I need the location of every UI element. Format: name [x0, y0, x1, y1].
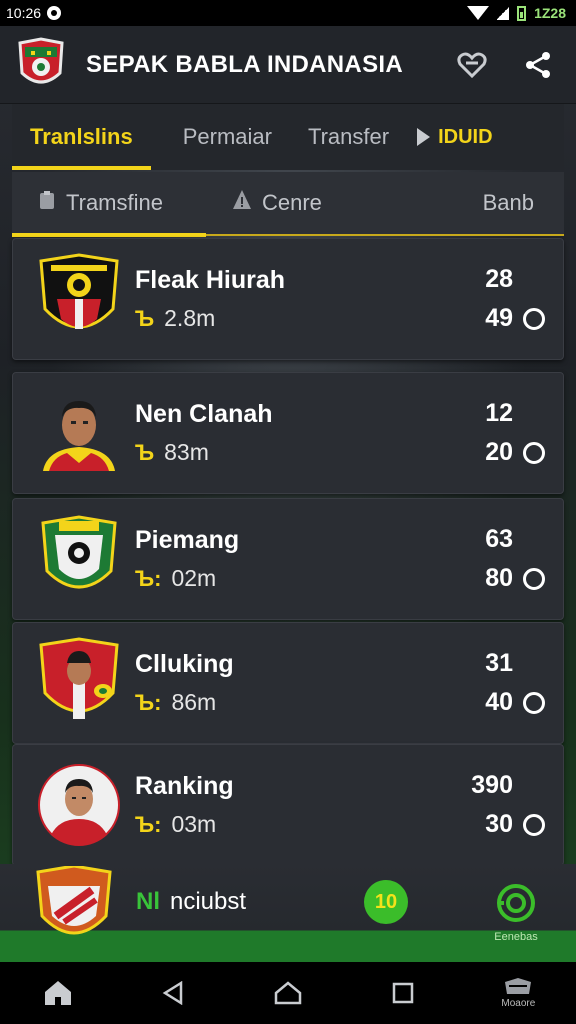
- item-stat-top: 28: [485, 265, 513, 293]
- home-circle-nav-button[interactable]: [253, 962, 323, 1024]
- item-value: 83m: [164, 439, 209, 465]
- recents-icon: [392, 982, 414, 1004]
- primary-tabs: Tranlslins Permaiar Transfer IDUID: [12, 104, 564, 170]
- item-value: 86m: [171, 689, 217, 715]
- subtab-banb[interactable]: Banb: [457, 171, 564, 235]
- signal-icon: [497, 6, 510, 20]
- status-time: 10:26: [6, 5, 42, 21]
- player-portrait-icon: [33, 387, 125, 479]
- notification-icon: [47, 6, 62, 20]
- list-item[interactable]: Piemang Ъ: 02m 63 80: [12, 498, 564, 620]
- item-stat-top: 31: [485, 649, 513, 677]
- tab-permaiar[interactable]: Permaiar: [165, 104, 290, 170]
- circle-icon[interactable]: [523, 813, 545, 836]
- home-nav-button[interactable]: [23, 962, 93, 1024]
- player-portrait-icon: [33, 759, 125, 851]
- more-nav-label: Moaore: [501, 997, 536, 1009]
- bottom-bar: Nl nciubst 10 Eenebas: [0, 864, 576, 962]
- clipboard-icon: [38, 190, 56, 216]
- tab-extra-label: IDUID: [438, 125, 493, 148]
- count-badge[interactable]: 10: [364, 880, 408, 924]
- item-value: 03m: [171, 811, 217, 837]
- more-icon: [505, 977, 532, 994]
- home-icon: [44, 981, 71, 1005]
- item-stat-top: 12: [485, 399, 513, 427]
- item-name: Clluking: [135, 650, 234, 678]
- more-nav-button[interactable]: Moaore: [483, 962, 553, 1024]
- app-logo[interactable]: [16, 36, 66, 93]
- bottom-bar-prefix: Nl: [136, 888, 160, 915]
- subtab-tramsfine[interactable]: Tramsfine: [12, 171, 206, 237]
- list-item[interactable]: Fleak Hiurah Ъ 2.8m 28 49: [12, 238, 564, 360]
- value-icon: Ъ:: [135, 565, 162, 591]
- circle-icon[interactable]: [523, 567, 545, 590]
- item-stat-top: 63: [485, 525, 513, 553]
- lock-icon: [232, 189, 252, 217]
- item-stat-bottom: 30: [485, 810, 513, 838]
- value-icon: Ъ: [135, 305, 155, 331]
- house-outline-icon: [274, 981, 302, 1005]
- bottom-bar-right-button[interactable]: Eenebas: [476, 883, 556, 943]
- club-crest-icon: [33, 253, 125, 345]
- item-stat-bottom: 20: [485, 438, 513, 466]
- club-crest-icon: [33, 513, 125, 605]
- item-stat-bottom: 40: [485, 688, 513, 716]
- item-stat-top: 390: [471, 771, 513, 799]
- system-nav-bar: Moaore: [0, 962, 576, 1024]
- bottom-bar-label[interactable]: Nl nciubst: [136, 888, 364, 916]
- value-icon: Ъ:: [135, 811, 162, 837]
- subtab-label: Banb: [482, 190, 534, 215]
- item-value: 2.8m: [164, 305, 216, 331]
- share-icon[interactable]: [516, 43, 560, 87]
- list-item[interactable]: Clluking Ъ: 86m 31 40: [12, 622, 564, 744]
- tabs-scroll-arrow-icon[interactable]: [417, 128, 431, 146]
- back-icon: [162, 981, 183, 1005]
- value-icon: Ъ:: [135, 689, 162, 715]
- status-right-text: 1Z28: [534, 5, 566, 21]
- app-title: SEPAK BABLA INDANASIA: [86, 50, 403, 78]
- wifi-icon: [467, 6, 490, 20]
- subtab-label: Tramsfine: [66, 190, 163, 215]
- tab-tranlslins[interactable]: Tranlslins: [12, 104, 151, 170]
- value-icon: Ъ: [135, 439, 155, 465]
- sub-tabs: Tramsfine Cenre Banb: [12, 171, 564, 237]
- item-stat-bottom: 49: [485, 304, 513, 332]
- status-bar: 10:26 1Z28: [0, 0, 576, 26]
- circle-icon[interactable]: [523, 307, 545, 330]
- subtab-cenre[interactable]: Cenre: [206, 171, 348, 235]
- item-stat-bottom: 80: [485, 564, 513, 592]
- item-name: Nen Clanah: [135, 400, 273, 428]
- club-crest-icon: [33, 637, 125, 729]
- favorite-icon[interactable]: [450, 43, 494, 87]
- app-header: SEPAK BABLA INDANASIA: [0, 26, 576, 104]
- item-name: Piemang: [135, 526, 240, 554]
- tab-transfer[interactable]: Transfer: [290, 104, 407, 170]
- circle-icon[interactable]: [523, 441, 545, 464]
- target-icon: [497, 884, 535, 922]
- recents-nav-button[interactable]: [368, 962, 438, 1024]
- bottom-bar-right-label: Eenebas: [494, 931, 538, 943]
- subtab-label: Cenre: [262, 190, 322, 215]
- bottom-bar-text: nciubst: [170, 888, 247, 915]
- list-item[interactable]: Nen Clanah Ъ 83m 12 20: [12, 372, 564, 494]
- item-value: 02m: [171, 565, 217, 591]
- list-item[interactable]: Ranking Ъ: 03m 390 30: [12, 744, 564, 866]
- item-name: Fleak Hiurah: [135, 266, 286, 294]
- club-crest-icon[interactable]: [34, 864, 114, 946]
- battery-icon: [517, 5, 527, 21]
- tab-extra[interactable]: IDUID: [438, 126, 492, 149]
- back-nav-button[interactable]: [138, 962, 208, 1024]
- circle-icon[interactable]: [523, 691, 545, 714]
- item-name: Ranking: [135, 772, 234, 800]
